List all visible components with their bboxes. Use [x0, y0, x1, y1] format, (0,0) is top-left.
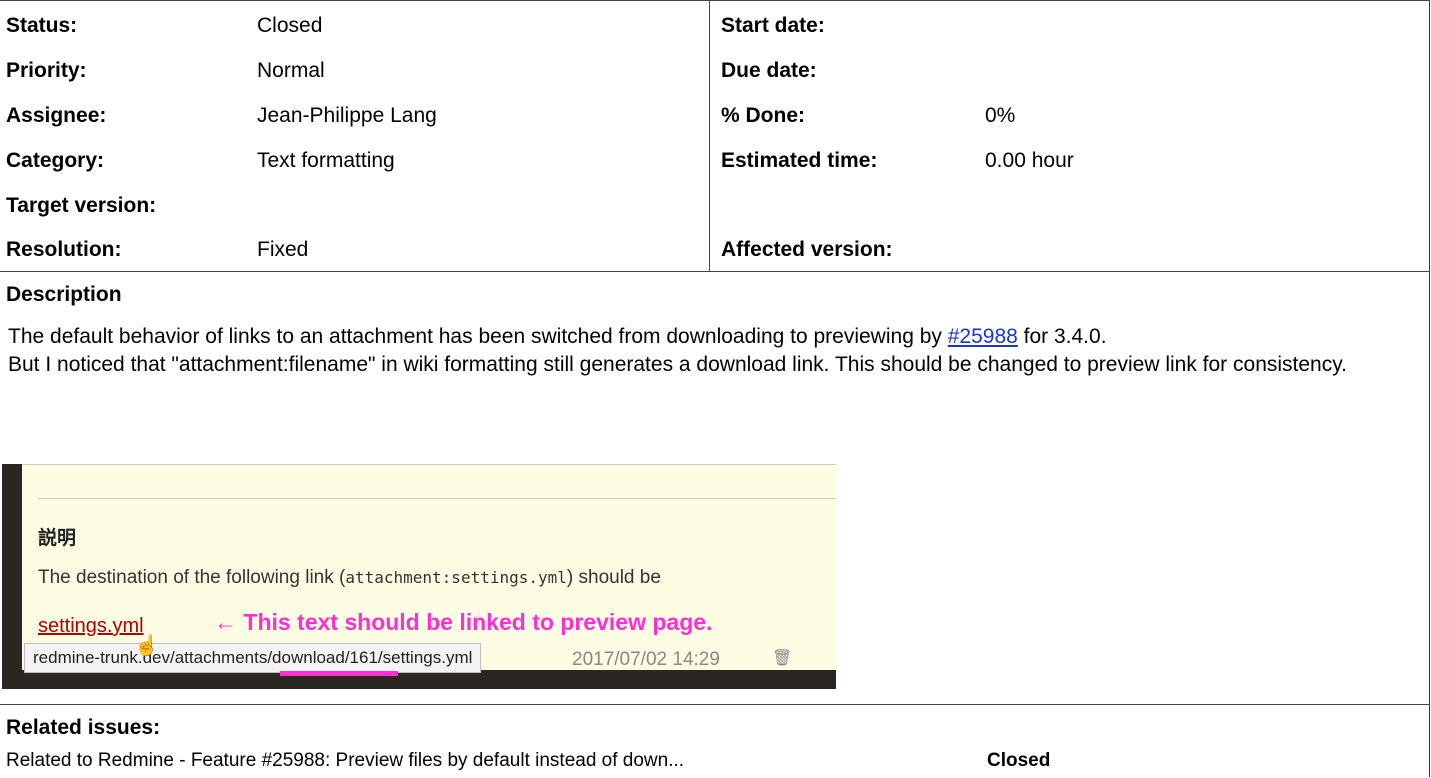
- affected-version-label: Affected version:: [721, 238, 893, 261]
- priority-label: Priority:: [6, 59, 87, 82]
- description-bottom-border: [0, 704, 1430, 705]
- description-line1-after: for 3.4.0.: [1017, 325, 1107, 348]
- description-heading: Description: [6, 283, 122, 306]
- top-border: [0, 0, 1430, 1]
- left-arrow-icon: ←: [214, 609, 237, 635]
- description-paragraph: The default behavior of links to an atta…: [8, 323, 1420, 379]
- category-value: Text formatting: [257, 149, 395, 172]
- screenshot-panel: 説明 The destination of the following link…: [22, 464, 836, 673]
- issue-25988-link[interactable]: #25988: [948, 325, 1018, 348]
- screenshot-heading: 説明: [38, 528, 77, 549]
- screenshot-annotation-text: This text should be linked to preview pa…: [243, 609, 713, 635]
- start-date-label: Start date:: [721, 14, 825, 37]
- status-label: Status:: [6, 14, 78, 37]
- screenshot-line-after: ) should be: [566, 567, 661, 588]
- embedded-screenshot[interactable]: 説明 The destination of the following link…: [2, 464, 836, 689]
- estimated-time-label: Estimated time:: [721, 149, 878, 172]
- priority-value: Normal: [257, 59, 325, 82]
- screenshot-line-code: attachment:settings.yml: [345, 568, 567, 587]
- resolution-value: Fixed: [257, 238, 309, 261]
- description-text: The default behavior of links to an atta…: [8, 323, 1420, 379]
- screenshot-date: 2017/07/02 14:29: [572, 649, 720, 670]
- screenshot-settings-link: settings.yml: [38, 615, 144, 637]
- done-ratio-label: % Done:: [721, 104, 805, 127]
- related-issues-heading: Related issues:: [6, 716, 161, 739]
- done-ratio-value: 0%: [985, 104, 1016, 127]
- trash-icon: 🗑: [772, 650, 793, 667]
- resolution-label: Resolution:: [6, 238, 122, 261]
- estimated-time-value: 0.00 hour: [985, 149, 1074, 172]
- screenshot-line-before: The destination of the following link (: [38, 567, 346, 588]
- screenshot-annotation: ← This text should be linked to preview …: [214, 609, 712, 636]
- target-version-label: Target version:: [6, 194, 157, 217]
- screenshot-status-url: redmine-trunk.dev/attachments/download/1…: [24, 643, 482, 673]
- related-issue-status: Closed: [987, 750, 1051, 771]
- hand-cursor-icon: ☝: [134, 635, 159, 657]
- attributes-column-divider: [709, 0, 710, 271]
- screenshot-highlight-underline: [280, 671, 398, 676]
- screenshot-text-line: The destination of the following link (a…: [38, 567, 661, 589]
- assignee-label: Assignee:: [6, 104, 107, 127]
- description-line2: But I noticed that "attachment:filename"…: [8, 353, 1348, 376]
- assignee-value: Jean-Philippe Lang: [257, 104, 437, 127]
- attributes-bottom-border: [0, 271, 1430, 272]
- screenshot-divider: [38, 498, 836, 499]
- due-date-label: Due date:: [721, 59, 817, 82]
- category-label: Category:: [6, 149, 105, 172]
- status-value: Closed: [257, 14, 323, 37]
- related-issue-link[interactable]: Related to Redmine - Feature #25988: Pre…: [6, 748, 684, 774]
- description-line1-before: The default behavior of links to an atta…: [8, 325, 948, 348]
